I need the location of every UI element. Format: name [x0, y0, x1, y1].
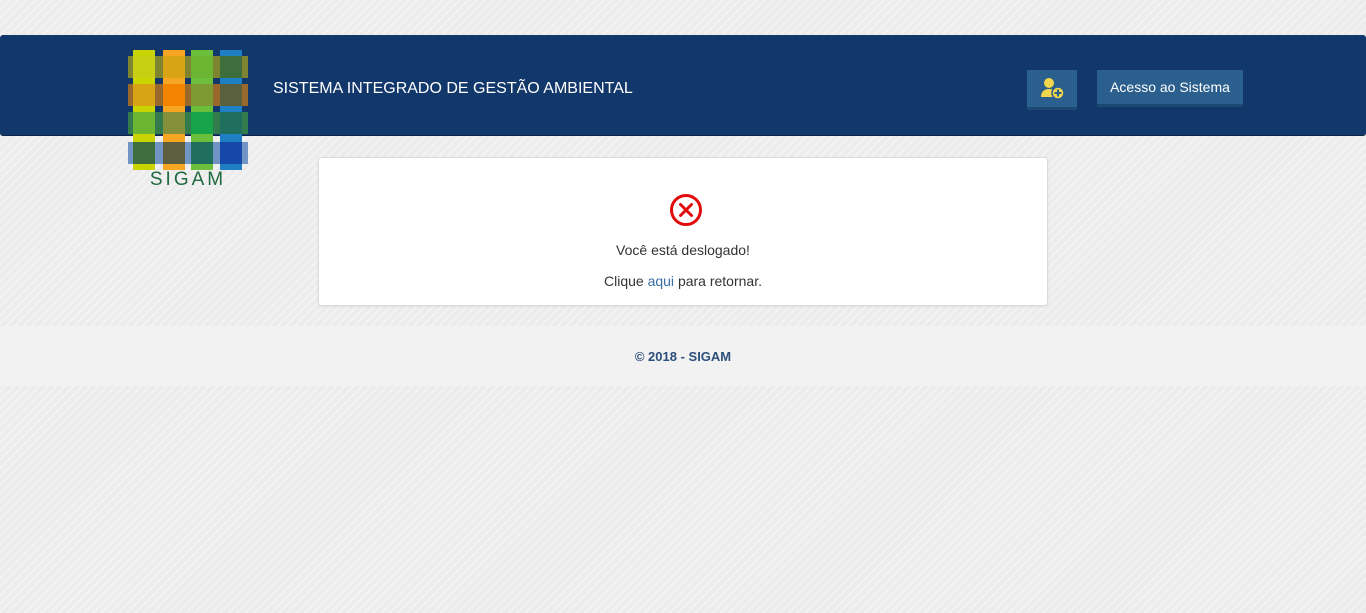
sigam-logo[interactable]: SIGAM [128, 50, 248, 190]
register-user-button[interactable] [1027, 70, 1077, 110]
site-title: SISTEMA INTEGRADO DE GESTÃO AMBIENTAL [273, 80, 633, 97]
return-suffix: para retornar. [677, 273, 762, 289]
return-prefix: Clique [603, 273, 644, 289]
return-link[interactable]: aqui [648, 273, 674, 289]
logo-mosaic-icon [128, 50, 248, 170]
error-circle-x-icon [670, 194, 702, 226]
logout-message-panel: Você está deslogado! Clique aqui para re… [318, 157, 1048, 306]
logged-out-message: Você está deslogado! [616, 242, 750, 258]
footer-copyright: © 2018 - SIGAM [634, 349, 732, 364]
logo-text: SIGAM [149, 169, 227, 190]
return-message: Clique aqui para retornar. [319, 273, 1047, 289]
user-plus-icon [1041, 78, 1065, 100]
access-system-button[interactable]: Acesso ao Sistema [1097, 70, 1243, 107]
footer: © 2018 - SIGAM [0, 326, 1366, 386]
